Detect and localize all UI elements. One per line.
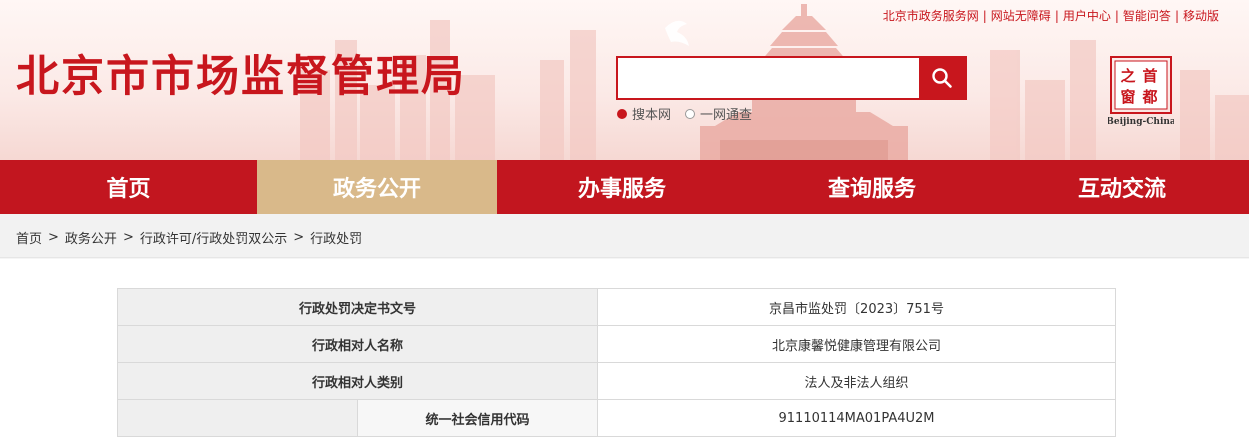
main-content: 行政处罚决定书文号 京昌市监处罚〔2023〕751号 行政相对人名称 北京康馨悦…	[0, 259, 1249, 437]
divider: |	[1054, 9, 1059, 23]
top-link-gov-service[interactable]: 北京市政务服务网	[883, 9, 979, 23]
field-label: 行政处罚决定书文号	[117, 288, 598, 326]
table-row: 行政处罚决定书文号 京昌市监处罚〔2023〕751号	[117, 288, 1116, 326]
top-link-mobile[interactable]: 移动版	[1183, 9, 1219, 23]
breadcrumb-gov-affairs[interactable]: 政务公开	[65, 228, 117, 247]
penalty-detail-table: 行政处罚决定书文号 京昌市监处罚〔2023〕751号 行政相对人名称 北京康馨悦…	[117, 288, 1116, 437]
search-button[interactable]	[919, 58, 965, 98]
svg-text:都: 都	[1141, 88, 1157, 106]
nav-item-query[interactable]: 查询服务	[747, 160, 997, 214]
svg-text:首: 首	[1142, 67, 1157, 85]
svg-text:之: 之	[1120, 67, 1135, 85]
breadcrumb-bar: 首页 > 政务公开 > 行政许可/行政处罚双公示 > 行政处罚	[0, 214, 1249, 258]
svg-text:Beijing-China: Beijing-China	[1108, 117, 1174, 127]
breadcrumb-separator: >	[293, 230, 305, 245]
breadcrumb-separator: >	[48, 230, 59, 245]
search-icon	[932, 68, 952, 88]
svg-text:窗: 窗	[1120, 88, 1135, 106]
nav-item-home[interactable]: 首页	[0, 160, 257, 214]
top-link-smart-qa[interactable]: 智能问答	[1123, 9, 1171, 23]
table-row: 行政相对人名称 北京康馨悦健康管理有限公司	[117, 325, 1116, 363]
field-label: 行政相对人类别	[117, 362, 598, 400]
radio-icon	[685, 108, 696, 119]
nav-item-services[interactable]: 办事服务	[497, 160, 747, 214]
field-value: 法人及非法人组织	[597, 362, 1116, 400]
breadcrumb: 首页 > 政务公开 > 行政许可/行政处罚双公示 > 行政处罚	[16, 228, 362, 247]
top-links: 北京市政务服务网 | 网站无障碍 | 用户中心 | 智能问答 | 移动版	[883, 7, 1219, 24]
top-link-accessibility[interactable]: 网站无障碍	[991, 9, 1051, 23]
divider: |	[982, 9, 987, 23]
field-value: 91110114MA01PA4U2M	[597, 399, 1116, 437]
breadcrumb-current[interactable]: 行政处罚	[310, 228, 362, 247]
capital-window-logo[interactable]: 首 都 之 窗 Beijing-China	[1108, 55, 1174, 127]
field-value: 京昌市监处罚〔2023〕751号	[597, 288, 1116, 326]
header-banner: 北京市市场监督管理局 北京市政务服务网 | 网站无障碍 | 用户中心 | 智能问答 | 移动版 …	[0, 0, 1249, 160]
scope-option-all[interactable]: 一网通查	[685, 104, 752, 123]
field-label: 行政相对人名称	[117, 325, 598, 363]
divider: |	[1114, 9, 1119, 23]
field-value: 北京康馨悦健康管理有限公司	[597, 325, 1116, 363]
top-link-user-center[interactable]: 用户中心	[1063, 9, 1111, 23]
scope-option-label: 一网通查	[700, 108, 753, 123]
table-indent-cell	[117, 399, 358, 437]
site-title[interactable]: 北京市市场监督管理局	[16, 42, 466, 104]
breadcrumb-license-penalty[interactable]: 行政许可/行政处罚双公示	[140, 228, 287, 247]
search-scope: 搜本网 一网通查	[617, 104, 752, 123]
breadcrumb-separator: >	[122, 230, 134, 245]
scope-option-site[interactable]: 搜本网	[617, 104, 671, 123]
main-nav: 首页 政务公开 办事服务 查询服务 互动交流	[0, 160, 1249, 214]
search-box	[616, 56, 967, 100]
nav-item-interaction[interactable]: 互动交流	[997, 160, 1247, 214]
scope-option-label: 搜本网	[632, 108, 672, 123]
nav-item-gov-affairs[interactable]: 政务公开	[257, 160, 497, 214]
breadcrumb-home[interactable]: 首页	[16, 228, 42, 247]
field-label: 统一社会信用代码	[357, 399, 598, 437]
divider: |	[1174, 9, 1179, 23]
table-row: 统一社会信用代码 91110114MA01PA4U2M	[117, 399, 1116, 437]
table-row: 行政相对人类别 法人及非法人组织	[117, 362, 1116, 400]
search-input[interactable]	[618, 58, 919, 98]
radio-selected-icon	[617, 108, 627, 119]
